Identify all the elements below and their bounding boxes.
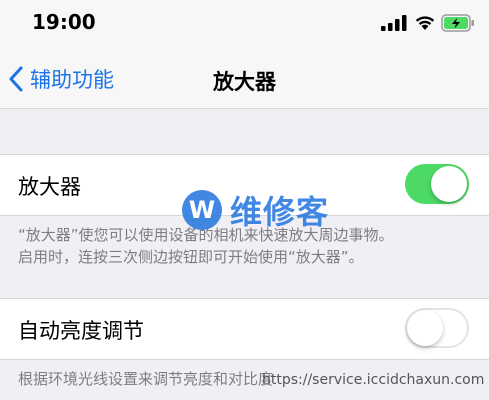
status-time: 19:00 <box>32 10 96 34</box>
magnifier-toggle[interactable] <box>405 164 469 204</box>
auto-brightness-toggle[interactable] <box>405 308 469 348</box>
auto-brightness-label: 自动亮度调节 <box>18 319 144 343</box>
toggle-knob <box>407 310 443 346</box>
navigation-bar: 辅助功能 放大器 <box>0 44 489 109</box>
watermark-url: https://service.iccidchaxun.com <box>262 372 485 388</box>
auto-brightness-row: 自动亮度调节 <box>0 298 489 360</box>
watermark-text: 维修客 <box>230 193 330 231</box>
magnifier-label: 放大器 <box>18 175 81 199</box>
watermark-logo: W <box>182 190 222 230</box>
magnifier-description-line2: 启用时，连按三次侧边按钮即可开始使用“放大器”。 <box>18 248 364 266</box>
watermark: W 维修客 <box>182 187 329 233</box>
toggle-knob <box>431 166 467 202</box>
page-title: 放大器 <box>213 70 276 94</box>
wifi-icon <box>415 16 435 30</box>
battery-charging-icon <box>441 14 474 32</box>
status-bar: 19:00 <box>0 0 489 44</box>
cellular-signal-icon <box>381 15 407 31</box>
